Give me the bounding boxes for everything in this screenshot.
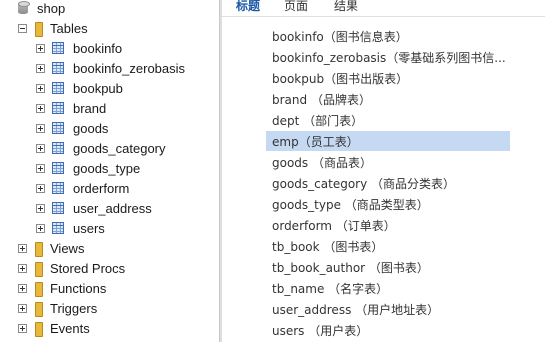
list-item[interactable]: users （用户表）: [266, 320, 510, 340]
tree-node-folder[interactable]: Views: [18, 238, 84, 258]
expand-icon[interactable]: [18, 303, 27, 313]
list-item[interactable]: goods_category （商品分类表）: [266, 173, 510, 193]
list-item[interactable]: emp（员工表）: [266, 131, 510, 151]
table-label: bookinfo_zerobasis: [73, 60, 186, 76]
tab-result[interactable]: 结果: [334, 0, 358, 14]
table-icon: [52, 222, 64, 234]
expand-icon[interactable]: [36, 103, 45, 113]
folder-icon: [34, 261, 43, 277]
list-item[interactable]: goods_type （商品类型表）: [266, 194, 510, 214]
expand-icon[interactable]: [18, 243, 27, 253]
expand-icon[interactable]: [36, 43, 45, 53]
table-label: bookinfo: [73, 40, 123, 56]
folder-label: Stored Procs: [50, 260, 126, 276]
list-item[interactable]: goods （商品表）: [266, 152, 510, 172]
expand-icon[interactable]: [36, 203, 45, 213]
table-icon: [52, 102, 64, 114]
expand-icon[interactable]: [18, 323, 27, 333]
list-item[interactable]: bookinfo_zerobasis（零基础系列图书信...: [266, 47, 510, 67]
expand-icon[interactable]: [18, 263, 27, 273]
folder-icon: [34, 301, 43, 317]
expand-icon[interactable]: [36, 123, 45, 133]
tree-node-table[interactable]: bookpub: [36, 78, 123, 98]
expand-icon[interactable]: [36, 63, 45, 73]
tree-node-folder[interactable]: Triggers: [18, 298, 97, 318]
list-item[interactable]: tb_name （名字表）: [266, 278, 510, 298]
expand-icon[interactable]: [36, 223, 45, 233]
expand-icon[interactable]: [36, 83, 45, 93]
expand-icon[interactable]: [36, 143, 45, 153]
tab-bar: 标题 页面 结果: [222, 0, 545, 17]
list-item[interactable]: bookpub（图书出版表）: [266, 68, 510, 88]
tree-node-tables[interactable]: Tables: [18, 18, 88, 38]
table-icon: [52, 122, 64, 134]
tree-node-table[interactable]: bookinfo_zerobasis: [36, 58, 185, 78]
tab-page[interactable]: 页面: [284, 0, 308, 14]
tree-node-table[interactable]: orderform: [36, 178, 129, 198]
table-icon: [52, 42, 64, 54]
database-icon: [18, 1, 30, 15]
tree-node-table[interactable]: goods: [36, 118, 108, 138]
table-label: user_address: [73, 200, 152, 216]
list-item[interactable]: dept （部门表）: [266, 110, 510, 130]
table-icon: [52, 202, 64, 214]
table-label: brand: [73, 100, 107, 116]
tree-node-database[interactable]: shop: [18, 0, 65, 18]
list-item[interactable]: brand （品牌表）: [266, 89, 510, 109]
tree-node-table[interactable]: goods_category: [36, 138, 166, 158]
tab-title[interactable]: 标题: [236, 0, 260, 14]
object-browser-tree: shop Tables bookinfo bookinfo_zerobasisbo…: [0, 0, 219, 342]
tree-node-table[interactable]: user_address: [36, 198, 152, 218]
tree-node-table[interactable]: goods_type: [36, 158, 140, 178]
table-label: bookpub: [73, 80, 123, 96]
table-icon: [52, 82, 64, 94]
collapse-icon[interactable]: [18, 23, 27, 33]
table-label: goods: [73, 120, 109, 136]
tree-node-folder[interactable]: Stored Procs: [18, 258, 125, 278]
list-item[interactable]: orderform （订单表）: [266, 215, 510, 235]
database-label: shop: [37, 0, 66, 16]
table-icon: [52, 162, 64, 174]
table-label: goods_type: [73, 160, 141, 176]
folder-icon: [34, 281, 43, 297]
folder-label: Views: [50, 240, 85, 256]
table-label: goods_category: [73, 140, 166, 156]
tables-folder-label: Tables: [50, 20, 88, 36]
table-icon: [52, 182, 64, 194]
tree-node-table[interactable]: users: [36, 218, 105, 238]
tree-node-folder[interactable]: Events: [18, 318, 90, 338]
expand-icon[interactable]: [36, 163, 45, 173]
results-panel: 标题 页面 结果 bookinfo（图书信息表） bookinfo_zerobas…: [222, 0, 545, 342]
list-item[interactable]: user_address （用户地址表）: [266, 299, 510, 319]
table-icon: [52, 62, 64, 74]
list-item[interactable]: tb_book （图书表）: [266, 236, 510, 256]
table-label: orderform: [73, 180, 130, 196]
table-icon: [52, 142, 64, 154]
folder-label: Triggers: [50, 300, 98, 316]
table-label: users: [73, 220, 105, 236]
folder-icon: [34, 241, 43, 257]
folder-label: Events: [50, 320, 90, 336]
folder-icon: [34, 321, 43, 337]
tree-node-folder[interactable]: Functions: [18, 278, 106, 298]
list-item[interactable]: tb_book_author （图书表）: [266, 257, 510, 277]
folder-label: Functions: [50, 280, 107, 296]
list-item[interactable]: bookinfo（图书信息表）: [266, 26, 510, 46]
tree-node-table[interactable]: brand: [36, 98, 106, 118]
folder-icon: [34, 21, 43, 37]
tree-node-table[interactable]: bookinfo: [36, 38, 122, 58]
expand-icon[interactable]: [36, 183, 45, 193]
expand-icon[interactable]: [18, 283, 27, 293]
